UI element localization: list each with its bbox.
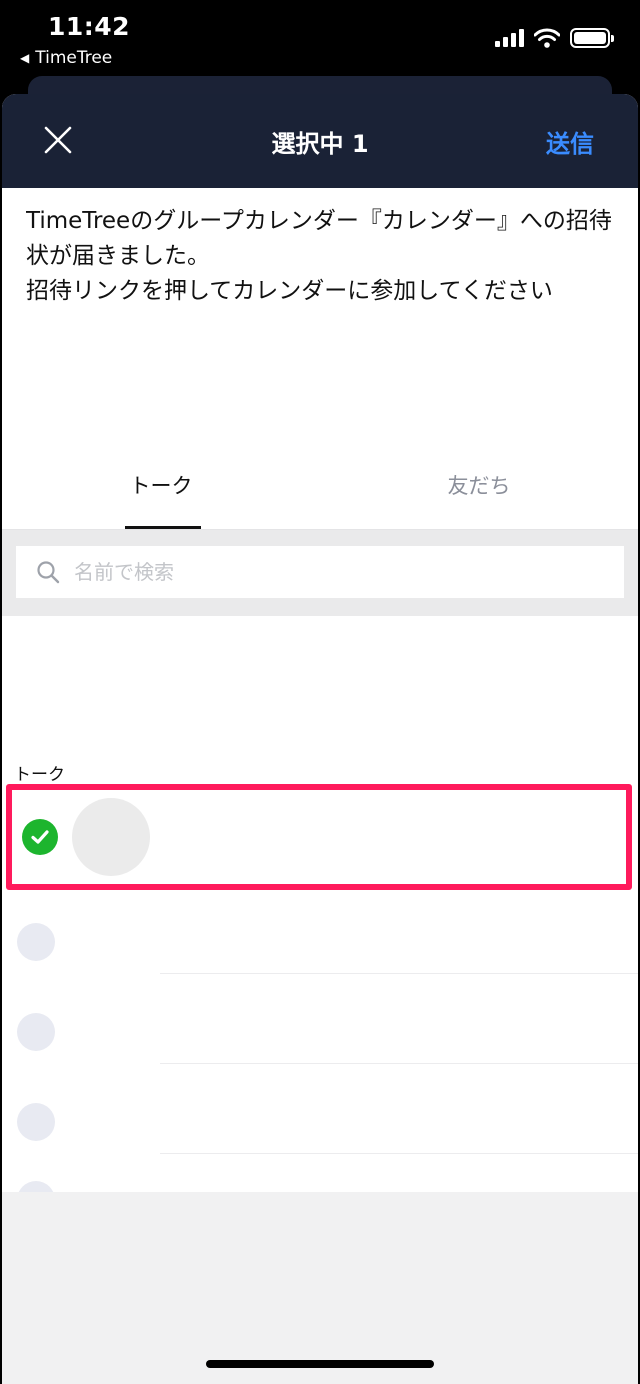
- nav-bar: 選択中 1 送信: [2, 94, 638, 188]
- status-icons: [495, 28, 614, 48]
- wifi-icon: [534, 28, 560, 48]
- home-indicator[interactable]: [206, 1360, 434, 1368]
- divider: [160, 973, 638, 974]
- list-item[interactable]: [2, 1082, 638, 1172]
- chat-list: トーク: [2, 616, 638, 1192]
- message-preview: TimeTreeのグループカレンダー『カレンダー』への招待状が届きました。 招待…: [2, 188, 638, 442]
- section-label-talk: トーク: [14, 765, 65, 785]
- divider: [160, 1063, 638, 1064]
- tab-talk[interactable]: トーク: [2, 442, 320, 530]
- checkbox-circle-icon[interactable]: [17, 1013, 55, 1051]
- signal-icon: [495, 29, 524, 47]
- tab-bar: トーク 友だち: [2, 442, 638, 530]
- status-time: 11:42: [48, 12, 131, 41]
- back-to-app-link[interactable]: ◀ TimeTree: [20, 48, 112, 68]
- checkmark-icon[interactable]: [22, 819, 58, 855]
- share-sheet: 選択中 1 送信 TimeTreeのグループカレンダー『カレンダー』への招待状が…: [2, 94, 638, 1384]
- message-text: TimeTreeのグループカレンダー『カレンダー』への招待状が届きました。 招待…: [26, 208, 612, 304]
- nav-title: 選択中 1: [271, 130, 369, 158]
- list-item[interactable]: [2, 902, 638, 992]
- battery-icon: [570, 28, 614, 48]
- list-item[interactable]: [2, 1172, 638, 1192]
- divider: [160, 1153, 638, 1154]
- list-item[interactable]: [2, 992, 638, 1082]
- avatar: [72, 798, 150, 876]
- back-app-label: TimeTree: [35, 48, 113, 68]
- checkbox-circle-icon[interactable]: [17, 1181, 55, 1192]
- checkbox-circle-icon[interactable]: [17, 923, 55, 961]
- active-tab-indicator: [125, 526, 201, 529]
- search-icon: [37, 561, 60, 584]
- tab-friends[interactable]: 友だち: [320, 442, 638, 530]
- send-button[interactable]: 送信: [546, 124, 594, 159]
- back-triangle-icon: ◀: [20, 51, 30, 65]
- selected-chat-row[interactable]: [6, 784, 632, 890]
- search-input[interactable]: [74, 560, 554, 584]
- search-bar: [2, 530, 638, 616]
- search-box[interactable]: [16, 546, 624, 598]
- checkbox-circle-icon[interactable]: [17, 1103, 55, 1141]
